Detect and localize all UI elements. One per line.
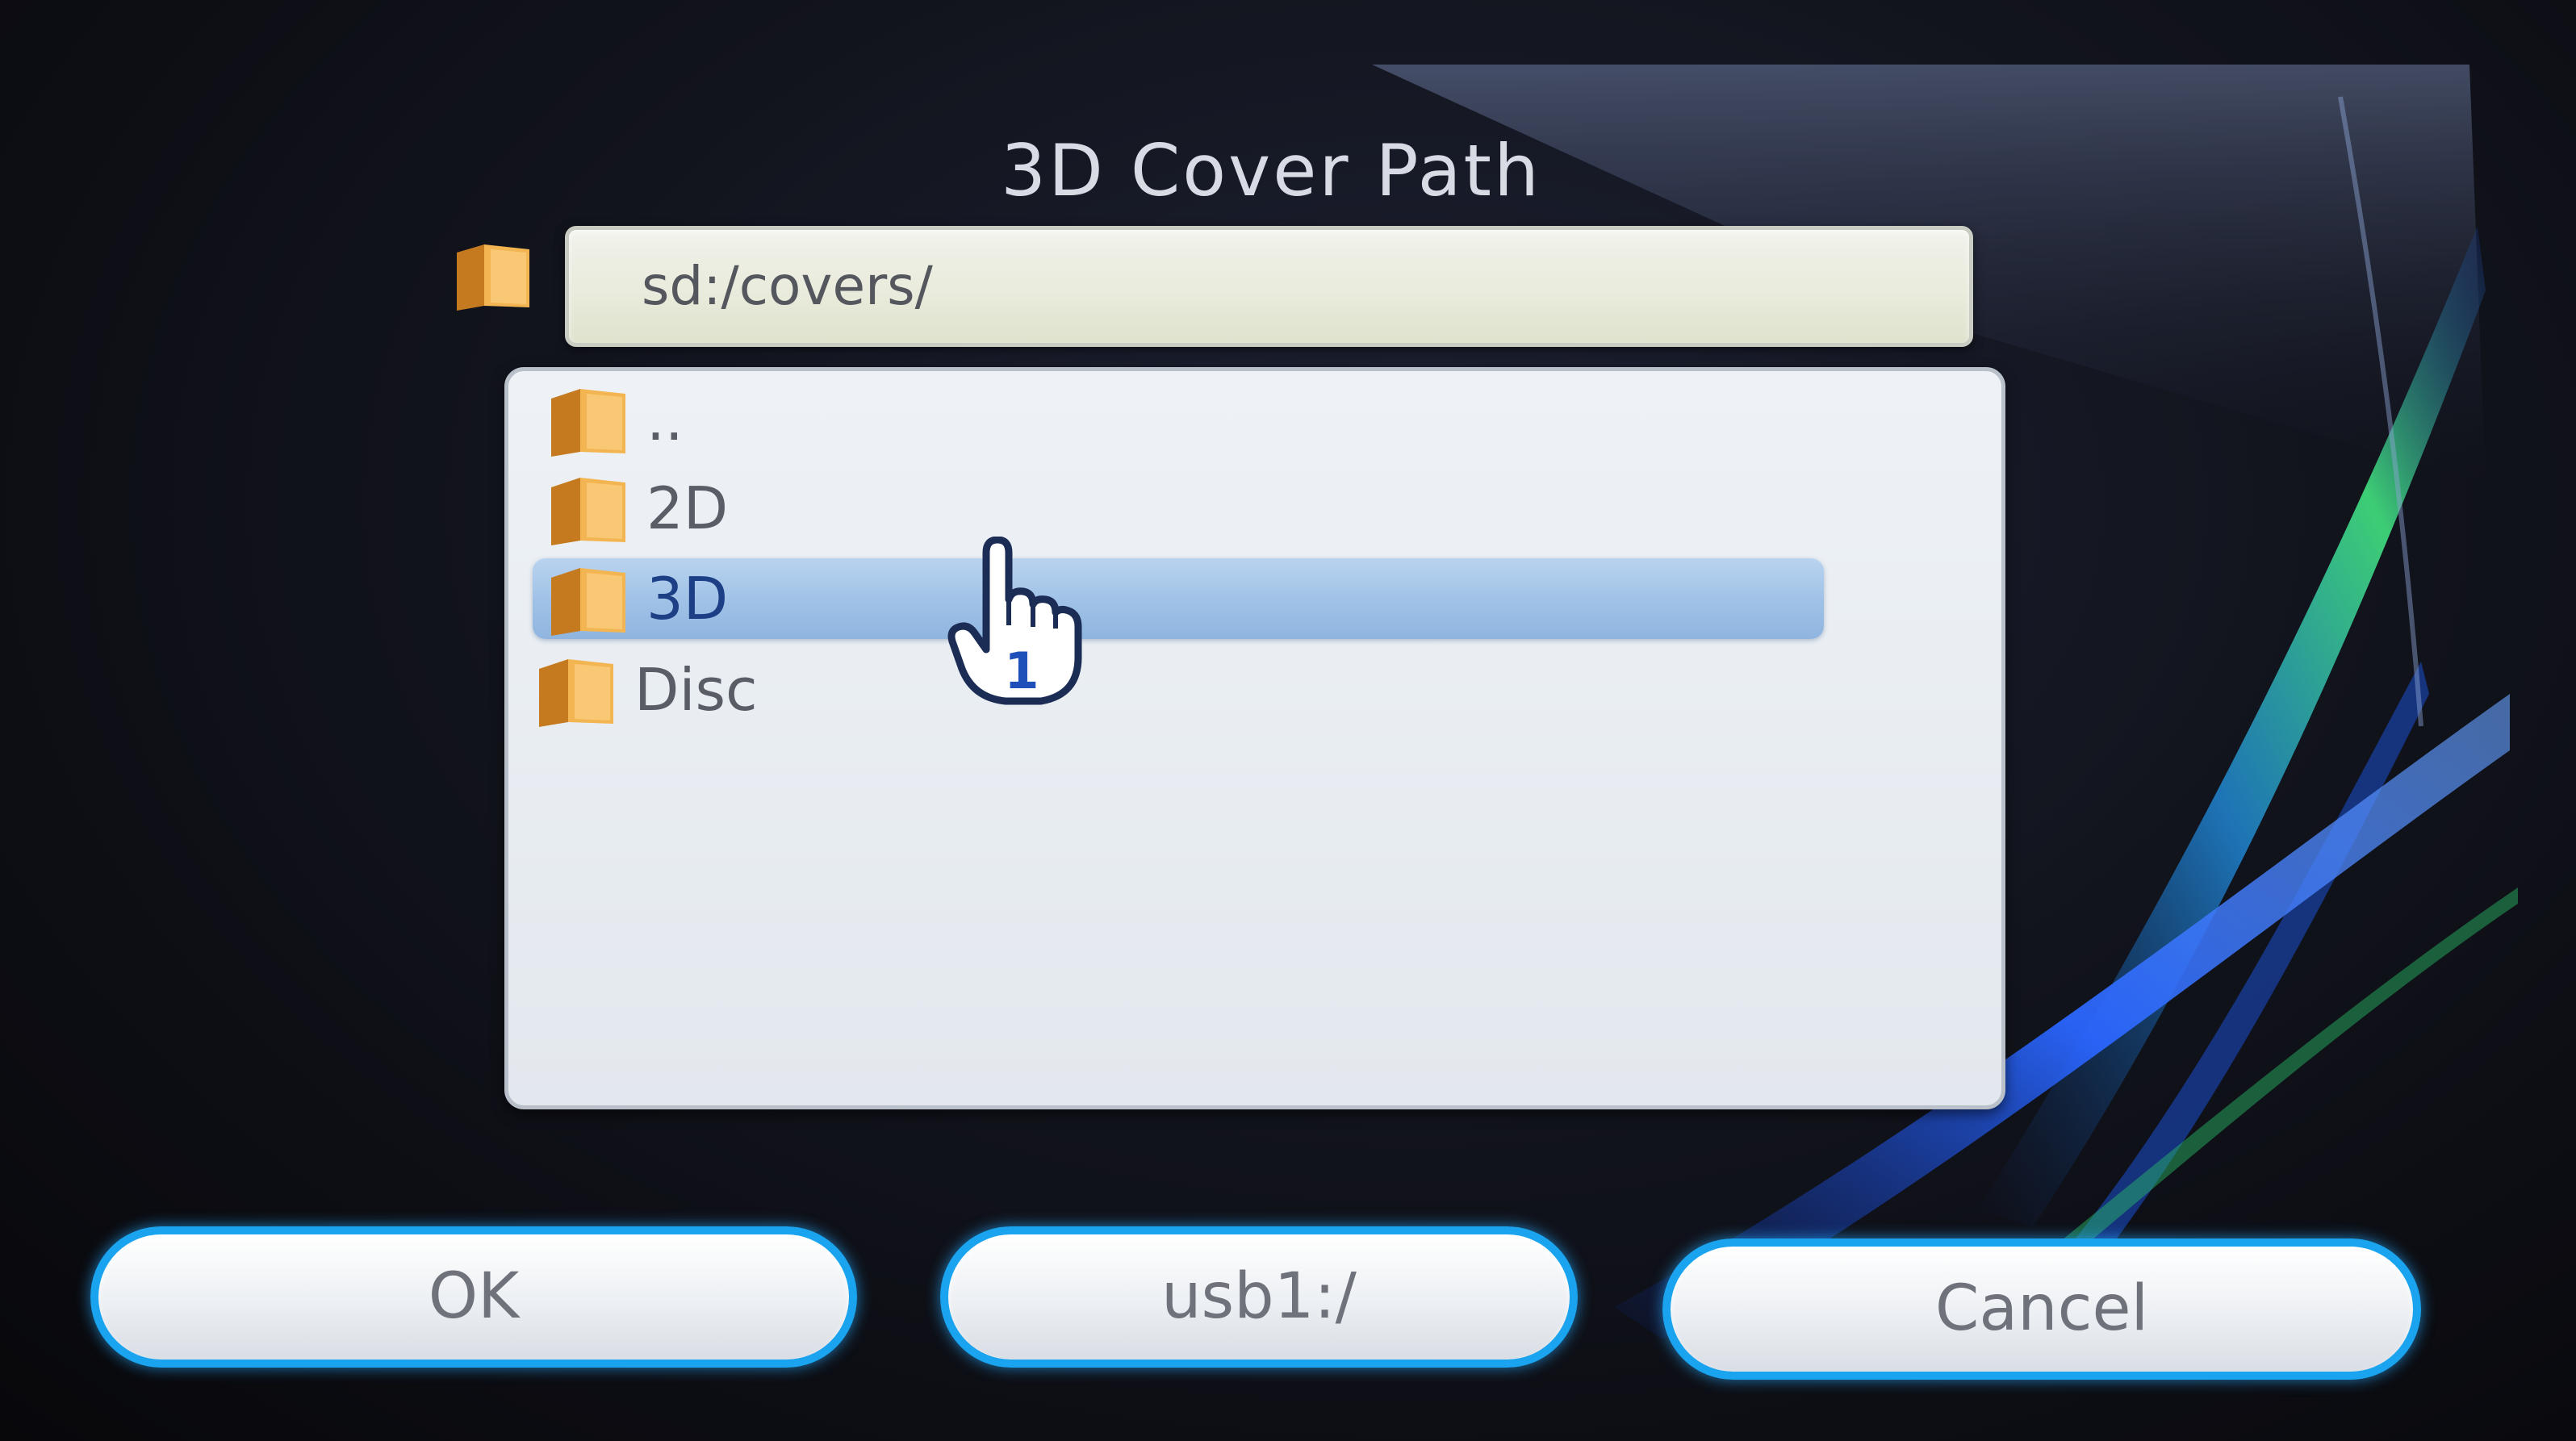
folder-icon	[551, 568, 625, 636]
cancel-button[interactable]: Cancel	[1662, 1238, 2421, 1380]
file-browser-list: .. 2D 3D Disc	[504, 367, 2005, 1109]
list-item-3d-selected[interactable]: 3D	[533, 558, 1824, 639]
current-path-field[interactable]: sd:/covers/	[565, 226, 1973, 347]
ok-button[interactable]: OK	[90, 1226, 857, 1368]
device-switch-button[interactable]: usb1:/	[940, 1226, 1578, 1368]
list-item-label: 2D	[646, 474, 729, 542]
hand-pointer-icon: 1	[947, 537, 1082, 705]
list-item-label: ..	[646, 386, 684, 453]
folder-icon	[551, 478, 625, 545]
screen: 3D Cover Path sd:/covers/ .. 2D 3D Disc …	[0, 0, 2576, 1441]
folder-icon	[539, 659, 613, 727]
cursor-player-number: 1	[1004, 641, 1039, 700]
folder-icon	[551, 389, 625, 457]
list-item-2d[interactable]: 2D	[545, 468, 1836, 549]
list-item-label: 3D	[646, 565, 729, 633]
folder-icon	[457, 244, 529, 311]
list-item-disc[interactable]: Disc	[533, 649, 1824, 730]
list-item-label: Disc	[634, 656, 758, 724]
list-item-parent-directory[interactable]: ..	[545, 379, 1836, 460]
dialog-title: 3D Cover Path	[1001, 129, 1541, 212]
